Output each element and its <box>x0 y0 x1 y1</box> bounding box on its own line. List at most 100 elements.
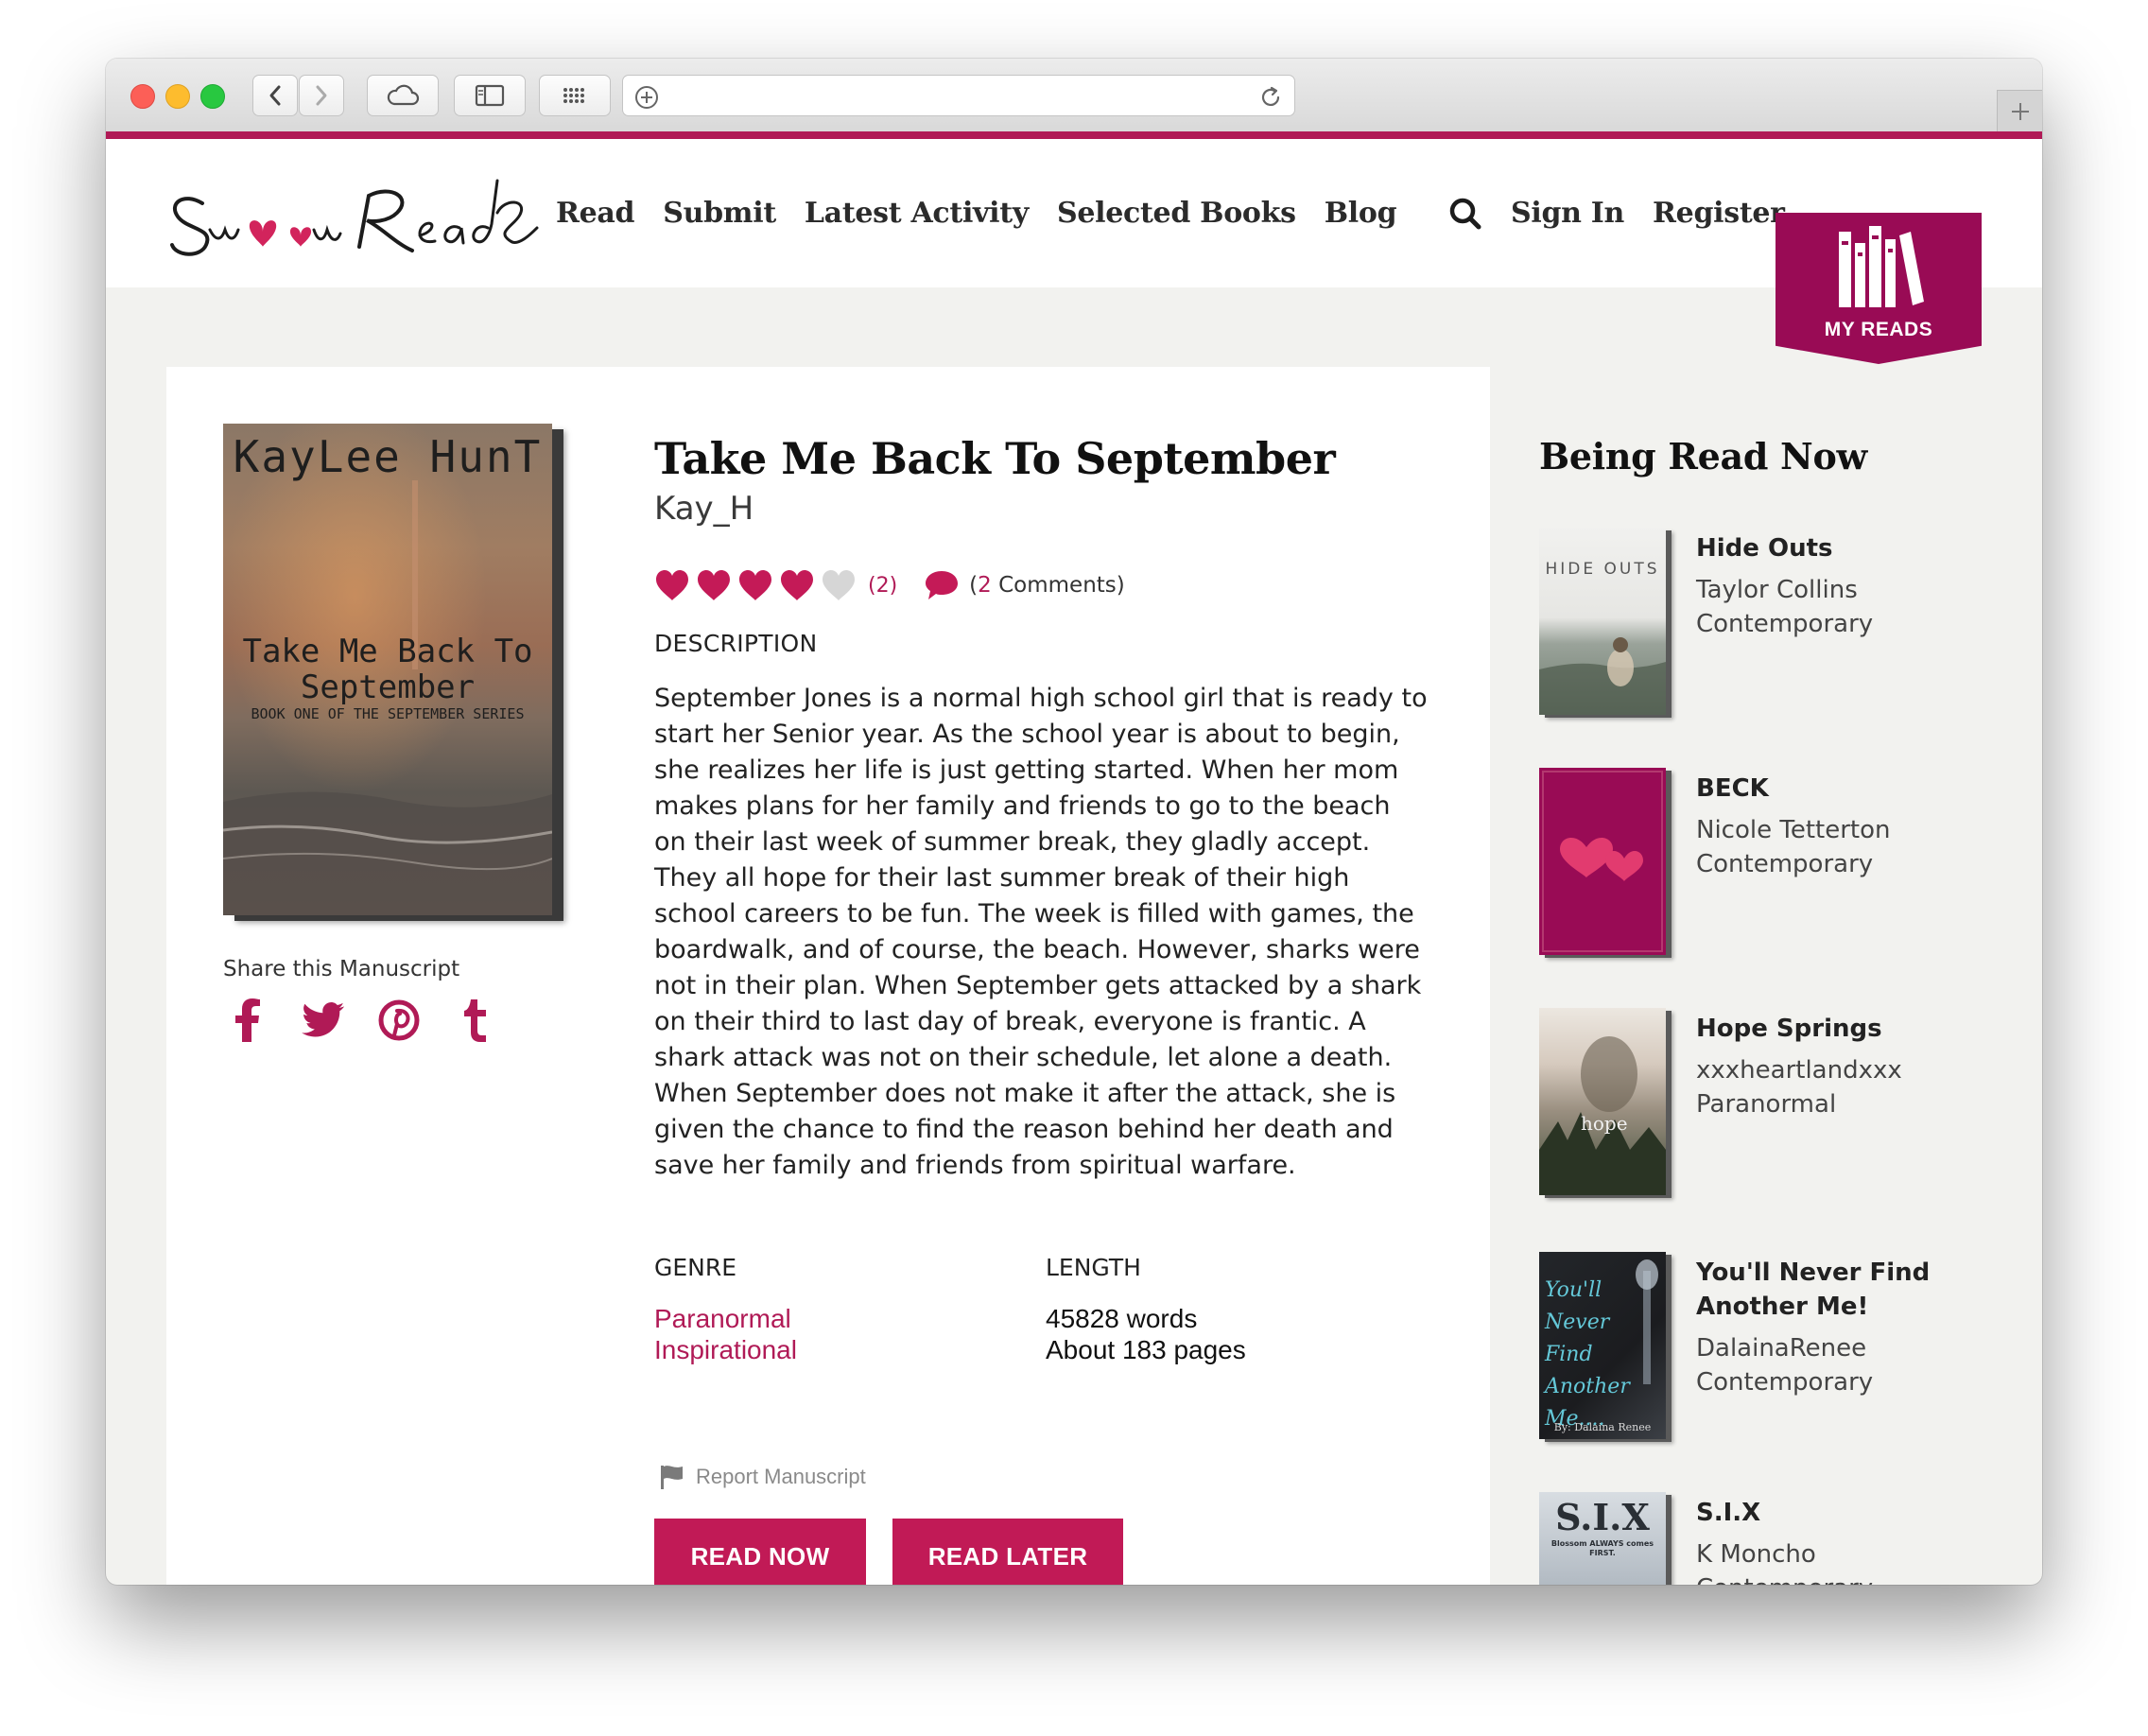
forward-button[interactable] <box>299 75 344 116</box>
sidebar-book-cover[interactable]: HIDE OUTS <box>1539 528 1666 715</box>
my-reads-label: MY READS <box>1824 319 1933 340</box>
minimize-window-button[interactable] <box>165 84 190 109</box>
sidebar-cover-tagline: Blossom ALWAYS comes FIRST. <box>1550 1539 1654 1557</box>
flag-icon <box>661 1466 683 1489</box>
tumblr-icon <box>464 999 486 1042</box>
nav-blog[interactable]: Blog <box>1325 197 1397 230</box>
sidebar-book-cover[interactable] <box>1539 768 1666 955</box>
back-button[interactable] <box>252 75 298 116</box>
sidebar-cover-text: hope <box>1581 1112 1628 1135</box>
pinterest-share-button[interactable] <box>374 996 424 1045</box>
sidebar-book-item[interactable]: HIDE OUTS Hide Outs Taylor Collins Conte… <box>1539 528 2012 717</box>
nav-latest-activity[interactable]: Latest Activity <box>805 197 1029 230</box>
cover-title-line: Take Me Back To <box>242 633 533 670</box>
reload-icon[interactable] <box>1258 85 1283 110</box>
icloud-tabs-button[interactable] <box>367 75 439 116</box>
comments-count-text: (2 Comments) <box>969 573 1125 598</box>
sidebar-book-cover[interactable]: S.I.X Blossom ALWAYS comes FIRST. <box>1539 1492 1666 1585</box>
register-link[interactable]: Register <box>1653 197 1785 230</box>
heart-icon-filled[interactable] <box>654 569 690 601</box>
swoon-reads-logo[interactable] <box>165 175 543 268</box>
length-values: 45828 words About 183 pages <box>1046 1303 1246 1365</box>
sidebar-cover-text: You'll Never Find Another Me.... <box>1545 1278 1630 1431</box>
chevron-right-icon <box>316 85 327 106</box>
genre-link-paranormal[interactable]: Paranormal <box>654 1303 797 1334</box>
plus-icon <box>2011 102 2029 120</box>
heart-icon-filled[interactable] <box>696 569 732 601</box>
browser-toolbar <box>106 59 2042 132</box>
nav-submit[interactable]: Submit <box>663 197 776 230</box>
sidebar-book-item[interactable]: hope Hope Springs xxxheartlandxxx Parano… <box>1539 1008 2012 1197</box>
search-button[interactable] <box>1448 197 1482 231</box>
sign-in-link[interactable]: Sign In <box>1511 197 1624 230</box>
sidebar-book-genre: Contemporary <box>1696 610 1874 638</box>
sidebar-book-title[interactable]: You'll Never Find Another Me! <box>1696 1256 1999 1324</box>
cover-art <box>1539 637 1666 715</box>
cover-title-text: Take Me Back To September <box>223 634 552 705</box>
new-tab-button[interactable] <box>1997 90 2042 131</box>
nav-selected-books[interactable]: Selected Books <box>1057 197 1296 230</box>
book-cover[interactable]: KayLee HunT Take Me Back To September BO… <box>223 424 552 915</box>
account-nav: Sign In Register <box>1448 139 1785 287</box>
sidebar-book-genre: Contemporary <box>1696 850 1874 878</box>
comments-link[interactable]: (2 Comments) <box>924 569 1125 601</box>
read-now-button[interactable]: READ NOW <box>654 1519 866 1585</box>
close-window-button[interactable] <box>130 84 155 109</box>
tab-overview-button[interactable] <box>539 75 611 116</box>
sidebar-book-cover[interactable]: hope <box>1539 1008 1666 1195</box>
heart-icon-filled[interactable] <box>737 569 773 601</box>
facebook-share-button[interactable] <box>223 996 272 1045</box>
sidebar-book-genre: Contemporary <box>1696 1368 1874 1397</box>
sidebar-icon <box>475 84 505 107</box>
report-manuscript-label: Report Manuscript <box>696 1465 866 1488</box>
rating-count[interactable]: (2) <box>868 574 897 598</box>
nav-read[interactable]: Read <box>556 197 635 230</box>
manuscript-card: KayLee HunT Take Me Back To September BO… <box>166 367 1490 1585</box>
page-count: About 183 pages <box>1046 1335 1246 1364</box>
sidebar-book-title[interactable]: BECK <box>1696 772 1999 806</box>
report-manuscript-link[interactable]: Report Manuscript <box>658 1464 866 1490</box>
sidebar-book-info: BECK Nicole Tetterton Contemporary <box>1696 772 1999 881</box>
sidebar-book-title[interactable]: S.I.X <box>1696 1496 1999 1530</box>
grid-icon <box>563 88 584 103</box>
word-count: 45828 words <box>1046 1304 1198 1333</box>
read-later-button[interactable]: READ LATER <box>892 1519 1123 1585</box>
twitter-share-button[interactable] <box>299 996 348 1045</box>
comments-number: 2 <box>978 573 992 598</box>
genre-list: Paranormal Inspirational <box>654 1303 797 1365</box>
sidebar-book-info: S.I.X K Moncho Contemporary <box>1696 1496 1999 1585</box>
twitter-icon <box>302 1002 345 1037</box>
pinterest-icon <box>378 999 420 1041</box>
cover-art <box>1542 771 1663 952</box>
main-nav: Read Submit Latest Activity Selected Boo… <box>556 139 1397 287</box>
sidebar-cover-byline: By: Dalaina Renee <box>1553 1421 1652 1433</box>
cover-title-line: September <box>300 668 476 706</box>
sidebar-book-cover[interactable]: You'll Never Find Another Me.... By: Dal… <box>1539 1252 1666 1439</box>
add-bookmark-icon[interactable] <box>634 85 659 110</box>
books-icon <box>1839 226 1924 307</box>
book-title: Take Me Back To September <box>654 433 1336 484</box>
genre-link-inspirational[interactable]: Inspirational <box>654 1334 797 1365</box>
sidebar-book-item[interactable]: S.I.X Blossom ALWAYS comes FIRST. S.I.X … <box>1539 1492 2012 1585</box>
share-label: Share this Manuscript <box>223 957 460 981</box>
heart-icon-empty[interactable] <box>821 569 857 601</box>
my-reads-button[interactable]: MY READS <box>1776 213 1982 364</box>
tumblr-share-button[interactable] <box>450 996 499 1045</box>
sidebar-toggle-button[interactable] <box>454 75 526 116</box>
comments-suffix: Comments) <box>991 573 1125 598</box>
sidebar-book-item[interactable]: You'll Never Find Another Me.... By: Dal… <box>1539 1252 2012 1441</box>
heart-icon-filled[interactable] <box>779 569 815 601</box>
sidebar-book-author: K Moncho <box>1696 1540 1816 1569</box>
search-icon <box>1449 198 1481 229</box>
description-text: September Jones is a normal high school … <box>654 684 1428 1180</box>
sidebar-book-author: Nicole Tetterton <box>1696 816 1891 844</box>
sidebar-book-item[interactable]: BECK Nicole Tetterton Contemporary <box>1539 768 2012 957</box>
book-author[interactable]: Kay_H <box>654 490 754 528</box>
zoom-window-button[interactable] <box>200 84 225 109</box>
sidebar-book-info: Hope Springs xxxheartlandxxx Paranormal <box>1696 1012 1999 1121</box>
genre-label: GENRE <box>654 1254 737 1281</box>
sidebar-book-genre: Paranormal <box>1696 1090 1837 1119</box>
sidebar-book-title[interactable]: Hide Outs <box>1696 531 1999 565</box>
address-bar[interactable] <box>622 75 1295 116</box>
sidebar-book-title[interactable]: Hope Springs <box>1696 1012 1999 1046</box>
